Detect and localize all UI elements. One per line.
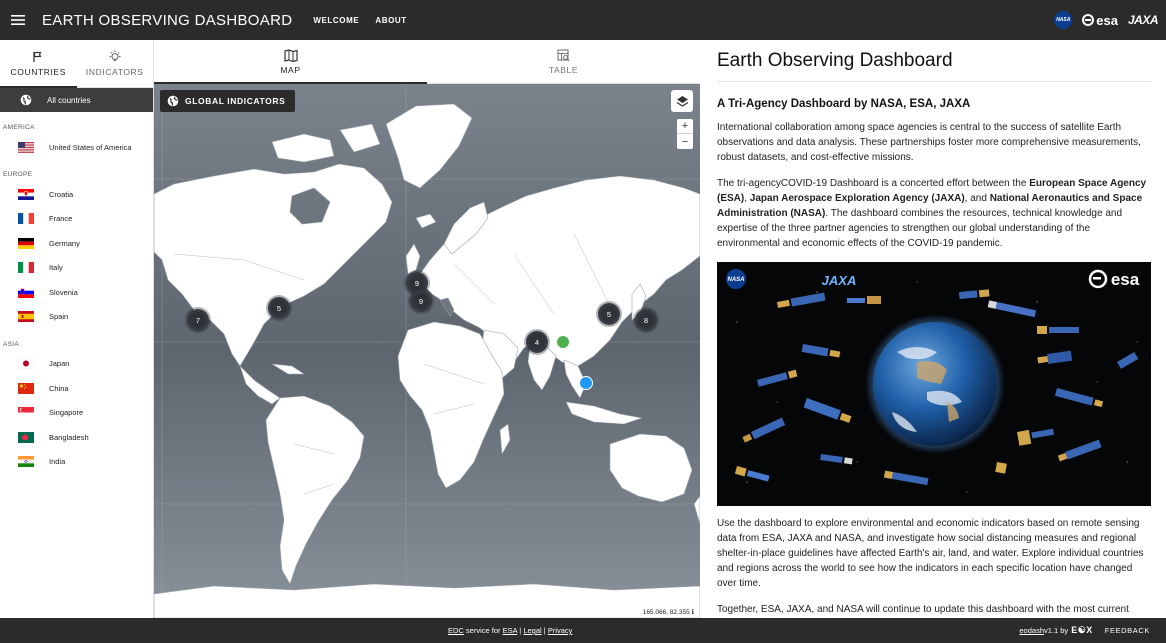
slovenia-flag-icon [18, 286, 34, 298]
tab-countries[interactable]: COUNTRIES [0, 40, 77, 88]
satellites-earth-illustration: NASA JAXA esa [717, 261, 1151, 506]
map-point-marker[interactable] [556, 335, 570, 349]
hamburger-icon [11, 15, 25, 25]
page-subtitle: A Tri-Agency Dashboard by NASA, ESA, JAX… [717, 98, 971, 110]
hero-nasa-logo: NASA [727, 277, 744, 283]
update-paragraph: Together, ESA, JAXA, and NASA will conti… [717, 603, 1129, 615]
country-item-japan[interactable]: Japan [0, 352, 153, 376]
footer-links: EDC service for ESA | Legal | Privacy [448, 626, 573, 635]
country-item-china[interactable]: China [0, 376, 153, 400]
country-item-germany[interactable]: Germany [0, 231, 153, 255]
country-item-spain[interactable]: Spain [0, 304, 153, 328]
global-indicators-button[interactable]: GLOBAL INDICATORS [160, 90, 296, 112]
hero-esa-logo: esa [1111, 270, 1140, 289]
country-item-france[interactable]: France [0, 207, 153, 231]
country-item-slovenia[interactable]: Slovenia [0, 280, 153, 304]
nav-welcome[interactable]: WELCOME [313, 16, 359, 25]
region-label-america: AMERICA [3, 124, 35, 131]
map-cluster-marker[interactable]: 8 [635, 309, 657, 331]
france-flag-icon [18, 213, 34, 225]
map-cluster-marker[interactable]: 5 [268, 297, 290, 319]
page-title: Earth Observing Dashboard [717, 50, 1151, 82]
top-nav: WELCOME ABOUT [313, 16, 422, 25]
nasa-logo[interactable]: NASA [1054, 11, 1073, 29]
zoom-in-button[interactable]: + [677, 119, 693, 134]
map-panel: MAP TABLE GLOBAL INDICATORS + − 7 5 9 9 … [154, 40, 700, 618]
app-bar: EARTH OBSERVING DASHBOARD WELCOME ABOUT … [0, 0, 1166, 40]
app-title: EARTH OBSERVING DASHBOARD [42, 11, 293, 29]
privacy-link[interactable]: Privacy [548, 626, 573, 635]
globe-icon [167, 95, 179, 107]
region-label-asia: ASIA [3, 340, 20, 348]
map-tabs: MAP TABLE [154, 40, 700, 84]
country-item-italy[interactable]: Italy [0, 256, 153, 280]
map-point-marker[interactable] [579, 376, 593, 390]
sidebar: COUNTRIES INDICATORS All countries AMERI… [0, 40, 154, 618]
country-item-croatia[interactable]: Croatia [0, 182, 153, 206]
country-item-bangladesh[interactable]: Bangladesh [0, 425, 153, 449]
layers-button[interactable] [671, 90, 693, 112]
esa-link[interactable]: ESA [503, 626, 518, 635]
jaxa-logo[interactable]: JAXA [1128, 13, 1159, 27]
lightbulb-icon [108, 50, 122, 64]
layers-icon [676, 95, 688, 107]
feedback-button[interactable]: FEEDBACK [1105, 626, 1150, 635]
esa-mark-icon [1082, 14, 1095, 26]
edc-link[interactable]: EDC [448, 626, 464, 635]
zoom-out-button[interactable]: − [677, 134, 693, 149]
region-label-europe: EUROPE [3, 171, 33, 179]
flag-icon [32, 50, 44, 64]
map-cluster-marker[interactable]: 7 [187, 309, 209, 331]
usa-flag-icon [18, 141, 34, 153]
map-cluster-marker[interactable]: 4 [526, 331, 548, 353]
info-icon: ℹ [691, 609, 694, 616]
spain-flag-icon [18, 311, 34, 323]
hero-jaxa-logo: JAXA [822, 273, 857, 288]
croatia-flag-icon [18, 189, 34, 201]
china-flag-icon [18, 382, 34, 394]
country-item-singapore[interactable]: Singapore [0, 401, 153, 425]
mouse-coordinates: 165.066, 82.355 ℹ [640, 607, 696, 617]
world-map-canvas [154, 84, 700, 618]
map-cluster-marker[interactable]: 9 [410, 290, 432, 312]
intro-paragraph: International collaboration among space … [717, 122, 1141, 164]
singapore-flag-icon [18, 407, 34, 419]
hero-image: NASA JAXA esa [717, 261, 1151, 506]
nav-about[interactable]: ABOUT [375, 16, 406, 25]
agencies-paragraph: The tri-agencyCOVID-19 Dashboard is a co… [717, 177, 1147, 250]
info-panel: Earth Observing Dashboard A Tri-Agency D… [700, 40, 1166, 618]
country-item-usa[interactable]: United States of America [0, 135, 153, 159]
all-countries-item[interactable]: All countries [0, 88, 153, 112]
tab-indicators[interactable]: INDICATORS [77, 40, 154, 87]
esa-logo[interactable]: esa [1082, 13, 1118, 28]
table-icon [557, 49, 570, 63]
eox-logo[interactable]: E☯X [1071, 625, 1093, 636]
usage-paragraph: Use the dashboard to explore environment… [717, 517, 1144, 590]
legal-link[interactable]: Legal [523, 626, 541, 635]
italy-flag-icon [18, 262, 34, 274]
map-cluster-marker[interactable]: 5 [598, 303, 620, 325]
footer-right: eodash v1.1 by E☯X FEEDBACK [1019, 625, 1150, 636]
tab-table[interactable]: TABLE [427, 40, 700, 83]
globe-icon [20, 94, 32, 106]
eodash-link[interactable]: eodash [1019, 626, 1044, 635]
country-item-india[interactable]: India [0, 449, 153, 473]
japan-flag-icon [18, 358, 34, 370]
map-icon [283, 49, 298, 63]
zoom-control: + − [677, 119, 693, 149]
agency-logos: NASA esa JAXA [1054, 0, 1159, 40]
sidebar-tabs: COUNTRIES INDICATORS [0, 40, 153, 88]
india-flag-icon [18, 455, 34, 467]
world-map[interactable]: GLOBAL INDICATORS + − 7 5 9 9 4 5 8 165.… [154, 84, 700, 618]
germany-flag-icon [18, 237, 34, 249]
tab-map[interactable]: MAP [154, 40, 427, 84]
footer: EDC service for ESA | Legal | Privacy eo… [0, 618, 1166, 643]
bangladesh-flag-icon [18, 431, 34, 443]
menu-button[interactable] [3, 0, 33, 40]
